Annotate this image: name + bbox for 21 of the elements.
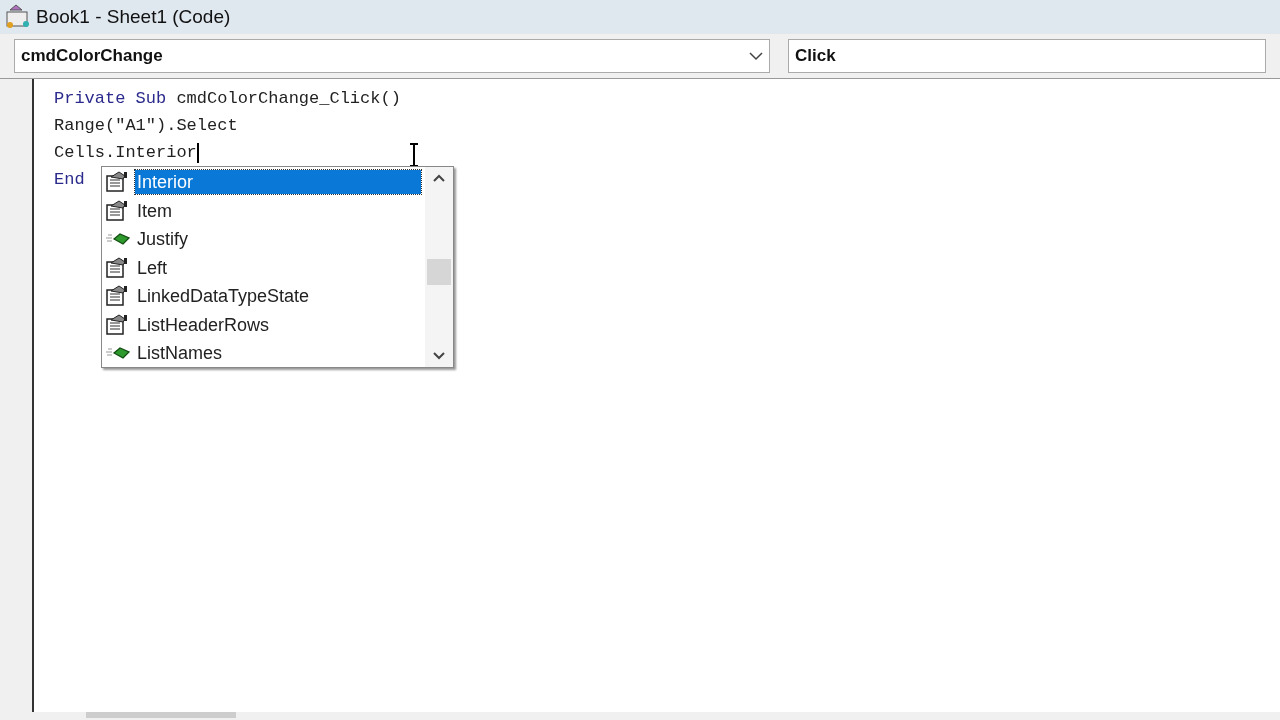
- scroll-down-icon[interactable]: [432, 351, 446, 361]
- autocomplete-item[interactable]: Interior: [135, 170, 421, 195]
- object-dropdown[interactable]: cmdColorChange: [14, 39, 770, 73]
- procedure-dropdown[interactable]: Click: [788, 39, 1266, 73]
- autocomplete-item[interactable]: ListHeaderRows: [135, 312, 272, 337]
- autocomplete-item[interactable]: LinkedDataTypeState: [135, 284, 312, 309]
- autocomplete-item[interactable]: Left: [135, 255, 170, 280]
- text-cursor-icon: [408, 143, 420, 167]
- horizontal-scrollbar-thumb[interactable]: [86, 712, 236, 718]
- code-line: Range("A1").Select: [54, 114, 238, 137]
- scroll-up-icon[interactable]: [432, 173, 446, 183]
- scrollbar-thumb[interactable]: [427, 259, 451, 285]
- code-line: Cells.Interior: [54, 141, 197, 164]
- code-line: End: [54, 168, 85, 191]
- autocomplete-item[interactable]: ListNames: [135, 341, 225, 366]
- autocomplete-item[interactable]: Item: [135, 198, 174, 223]
- window-title: Book1 - Sheet1 (Code): [36, 4, 231, 29]
- autocomplete-item[interactable]: Justify: [135, 227, 190, 252]
- module-icon: [4, 4, 32, 30]
- caret-icon: [749, 51, 763, 61]
- code-line: Private Sub cmdColorChange_Click(): [54, 87, 401, 110]
